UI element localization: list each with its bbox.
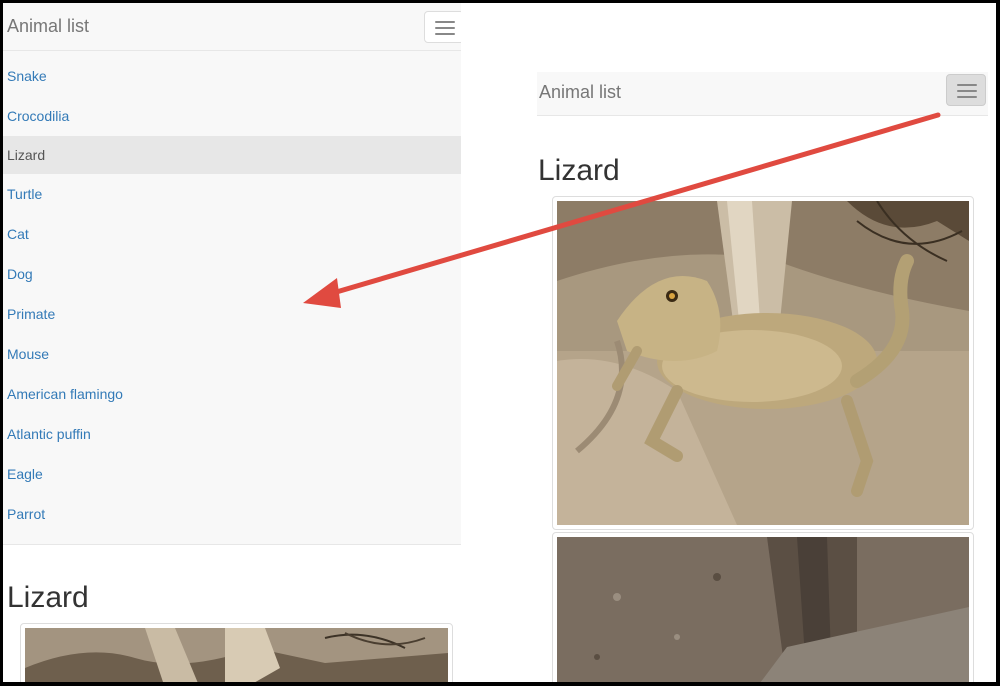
navbar-divider (3, 50, 461, 51)
hamburger-icon-bar (435, 27, 455, 29)
right-content-area: Lizard (537, 116, 988, 682)
navbar-brand[interactable]: Animal list (539, 82, 621, 103)
left-panel-expanded-view: Animal list Snake Crocodilia Lizard Turt… (3, 3, 461, 682)
menu-item-american-flamingo[interactable]: American flamingo (3, 374, 461, 414)
menu-item-parrot[interactable]: Parrot (3, 494, 461, 534)
hamburger-icon (435, 21, 455, 23)
menu-item-snake[interactable]: Snake (3, 56, 461, 96)
menu-item-lizard[interactable]: Lizard (3, 136, 461, 174)
hamburger-icon-bar (435, 33, 455, 35)
lizard-photo-frame (552, 196, 974, 530)
menu-item-mouse[interactable]: Mouse (3, 334, 461, 374)
hamburger-icon-bar (957, 90, 977, 92)
menu-toggle-button[interactable] (424, 11, 461, 43)
hamburger-icon-bar (957, 96, 977, 98)
menu-item-eagle[interactable]: Eagle (3, 454, 461, 494)
menu-item-crocodilia[interactable]: Crocodilia (3, 96, 461, 136)
page-title: Lizard (538, 154, 620, 187)
left-navbar: Animal list Snake Crocodilia Lizard Turt… (3, 3, 461, 545)
hamburger-icon (957, 84, 977, 86)
menu-item-cat[interactable]: Cat (3, 214, 461, 254)
menu-toggle-button[interactable] (946, 74, 986, 106)
menu-item-dog[interactable]: Dog (3, 254, 461, 294)
lizard-photo (25, 628, 448, 682)
lizard-photo-thumbnail (20, 623, 453, 682)
lizard-photo (557, 201, 969, 525)
page-title: Lizard (7, 581, 89, 614)
right-navbar: Animal list (537, 72, 988, 116)
navbar-brand[interactable]: Animal list (7, 16, 89, 37)
animal-menu: Snake Crocodilia Lizard Turtle Cat Dog P… (3, 56, 461, 534)
menu-item-turtle[interactable]: Turtle (3, 174, 461, 214)
menu-item-primate[interactable]: Primate (3, 294, 461, 334)
second-animal-photo-frame (552, 532, 974, 682)
second-photo (557, 537, 969, 682)
menu-item-atlantic-puffin[interactable]: Atlantic puffin (3, 414, 461, 454)
screenshot-frame: Animal list Snake Crocodilia Lizard Turt… (3, 3, 996, 682)
